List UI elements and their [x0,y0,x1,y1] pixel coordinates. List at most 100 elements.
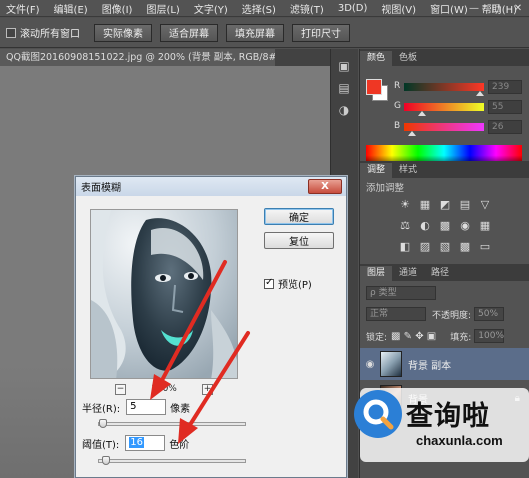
dialog-title: 表面模糊 [81,183,121,194]
layer-kind-filter[interactable]: ρ 类型 [366,286,436,300]
document-tab-bar: QQ截图20160908151022.jpg @ 200% (背景 副本, RG… [0,49,358,66]
adjustment-icon[interactable]: ◉ [456,218,474,232]
adjustment-icon[interactable]: ▩ [436,218,454,232]
dialog-titlebar[interactable]: 表面模糊 X [76,177,346,196]
tab-channels[interactable]: 通道 [392,266,424,281]
tab-layers[interactable]: 图层 [360,266,393,281]
menu-item-7[interactable]: 3D(D) [338,3,368,14]
tab-paths[interactable]: 路径 [424,266,456,281]
radius-input[interactable]: 5 [126,399,167,415]
adjustment-icon[interactable]: ☀ [396,197,414,211]
adjustments-panel-icon[interactable]: ◑ [331,99,357,121]
adjustment-icon[interactable]: ▽ [476,197,494,211]
blend-mode-select[interactable]: 正常 [366,307,426,321]
adjustment-icon-row: ☀ ▦ ◩ ▤ ▽ [396,197,516,211]
threshold-value: 16 [129,437,145,448]
threshold-slider[interactable] [98,456,246,465]
adjust-panel-tabs: 调整 样式 [360,161,529,178]
adjustment-icon[interactable]: ⚖ [396,218,414,232]
menu-item-8[interactable]: 视图(V) [381,1,416,16]
green-channel-label: G [394,101,401,111]
tab-color[interactable]: 颜色 [360,51,393,66]
blend-row: 正常 不透明度: 50% [360,304,529,324]
green-channel-value[interactable]: 55 [488,100,522,114]
fill-label: 填充: [450,332,472,343]
adjustment-icon[interactable]: ▧ [436,239,454,253]
layer-filter-row: ρ 类型 [360,283,529,303]
preview-checkbox[interactable]: 预览(P) [264,276,312,291]
filter-preview[interactable] [90,209,238,379]
threshold-slider-thumb[interactable] [102,456,110,465]
blue-channel-row: B 26 [360,119,529,139]
fill-input[interactable]: 100% [474,329,505,343]
adjustment-icon[interactable]: ▤ [456,197,474,211]
preview-checkbox-box[interactable] [264,277,274,289]
menu-item-3[interactable]: 图层(L) [146,1,179,16]
zoom-level: 100% [151,384,177,394]
actual-pixels-button[interactable]: 实际像素 [94,23,152,42]
fit-screen-button[interactable]: 适合屏幕 [160,23,218,42]
color-panel-icon[interactable]: ▣ [331,55,357,77]
tab-adjustments[interactable]: 调整 [360,163,393,178]
zoom-in-button[interactable]: + [202,384,213,395]
dialog-close-button[interactable]: X [308,179,342,194]
preview-zoom-bar: − 100% + [90,384,238,398]
red-channel-slider[interactable] [404,83,484,91]
color-panel-tabs: 颜色 色板 [360,49,529,66]
adjust-panel-title: 添加调整 [366,183,405,194]
adjustment-icon[interactable]: ◩ [436,197,454,211]
opacity-input[interactable]: 50% [474,307,505,321]
minimize-button[interactable]: — [463,0,485,17]
blue-channel-thumb[interactable] [408,131,416,136]
red-channel-value[interactable]: 239 [488,80,522,94]
menu-item-6[interactable]: 滤镜(T) [290,1,324,16]
green-channel-thumb[interactable] [418,111,426,116]
radius-slider-thumb[interactable] [99,419,107,428]
adjustment-icon[interactable]: ▨ [416,239,434,253]
ok-button[interactable]: 确定 [264,208,334,225]
scroll-all-windows-checkbox[interactable] [6,27,16,38]
blue-channel-value[interactable]: 26 [488,120,522,134]
lock-icons[interactable]: ▩ ✎ ✥ ▣ [391,331,436,342]
adjustment-icon[interactable]: ▩ [456,239,474,253]
adjustment-icon[interactable]: ◧ [396,239,414,253]
radius-slider[interactable] [98,419,246,428]
threshold-input[interactable]: 16 [125,435,166,451]
red-channel-row: R 239 [360,79,529,99]
visibility-eye-icon[interactable]: ◉ [360,359,380,370]
lock-row: 锁定: ▩ ✎ ✥ ▣ 填充: 100% [360,326,529,346]
adjustment-icon[interactable]: ▦ [476,218,494,232]
adjustment-icon[interactable]: ▭ [476,239,494,253]
print-size-button[interactable]: 打印尺寸 [292,23,350,42]
tab-swatches[interactable]: 色板 [392,51,424,66]
radius-row: 半径(R): 5 像素 [82,399,190,415]
blue-channel-label: B [394,121,401,131]
document-tab[interactable]: QQ截图20160908151022.jpg @ 200% (背景 副本, RG… [0,49,275,66]
menu-item-5[interactable]: 选择(S) [242,1,276,16]
opacity-label: 不透明度: [432,310,472,321]
menu-item-4[interactable]: 文字(Y) [194,1,228,16]
options-bar: 滚动所有窗口 实际像素 适合屏幕 填充屏幕 打印尺寸 [0,18,529,48]
menu-item-0[interactable]: 文件(F) [6,1,40,16]
foreground-color-swatch-front [366,79,382,95]
swatches-panel-icon[interactable]: ▤ [331,77,357,99]
red-channel-thumb[interactable] [476,91,484,96]
adjustment-icon[interactable]: ▦ [416,197,434,211]
menu-item-2[interactable]: 图像(I) [102,1,133,16]
adjustment-icon-row: ⚖ ◐ ▩ ◉ ▦ [396,218,516,232]
reset-button[interactable]: 复位 [264,232,334,249]
radius-unit: 像素 [170,403,191,415]
blue-channel-slider[interactable] [404,123,484,131]
threshold-label: 阈值(T): [82,439,120,451]
green-channel-slider[interactable] [404,103,484,111]
layer-row-selected[interactable]: ◉ 背景 副本 [360,348,529,380]
menu-bar: 文件(F) 编辑(E) 图像(I) 图层(L) 文字(Y) 选择(S) 滤镜(T) 3D(D)… [0,0,529,17]
maximize-button[interactable]: □ [485,0,507,17]
tab-styles[interactable]: 样式 [392,163,424,178]
adjustment-icon[interactable]: ◐ [416,218,434,232]
close-window-button[interactable]: ✕ [507,0,529,17]
menu-item-1[interactable]: 编辑(E) [54,1,88,16]
fill-screen-button[interactable]: 填充屏幕 [226,23,284,42]
preview-image [91,210,237,378]
layer-thumbnail [380,351,402,377]
